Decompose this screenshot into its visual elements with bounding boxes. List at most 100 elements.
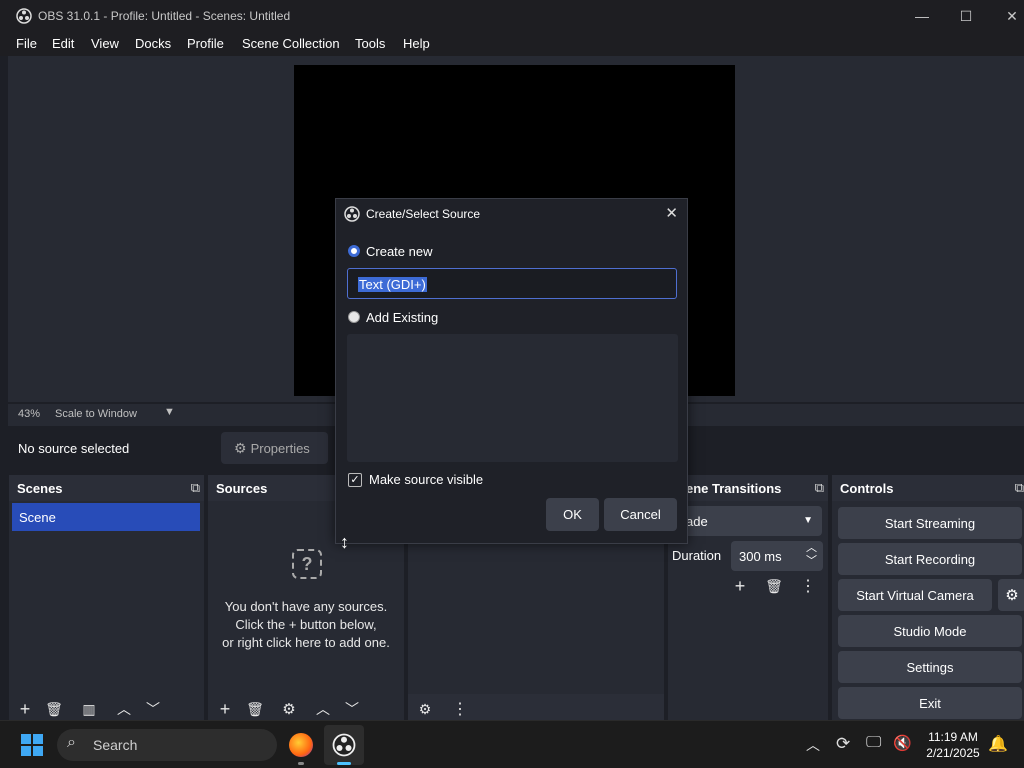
undock-icon[interactable]: ⧉ bbox=[1015, 480, 1024, 496]
add-scene-icon[interactable]: + bbox=[13, 698, 37, 720]
maximize-button[interactable]: ☐ bbox=[948, 4, 984, 28]
menu-edit[interactable]: Edit bbox=[52, 36, 74, 51]
duration-label: Duration bbox=[672, 548, 722, 563]
notification-bell-icon[interactable]: 🔔 bbox=[988, 734, 1008, 754]
properties-button[interactable]: ⚙ Properties bbox=[221, 432, 328, 464]
move-up-icon[interactable]: ︿ bbox=[311, 698, 335, 720]
move-down-icon[interactable]: ﹀ bbox=[141, 698, 165, 720]
network-icon[interactable]: 🖵 bbox=[866, 734, 881, 752]
trash-icon[interactable]: 🗑 bbox=[42, 698, 66, 720]
exit-button[interactable]: Exit bbox=[838, 687, 1022, 719]
transition-select-value: ade bbox=[686, 514, 708, 529]
empty-sources-message: You don't have any sources. Click the + … bbox=[208, 598, 404, 652]
studio-mode-button[interactable]: Studio Mode bbox=[838, 615, 1022, 647]
spin-arrows-icon[interactable]: ︿ ﹀ bbox=[806, 542, 817, 568]
sync-icon[interactable]: ⟳ bbox=[836, 734, 850, 754]
start-recording-button[interactable]: Start Recording bbox=[838, 543, 1022, 575]
move-down-icon[interactable]: ﹀ bbox=[340, 698, 364, 720]
chevron-down-icon[interactable]: ▼ bbox=[164, 406, 175, 418]
add-source-icon[interactable]: + bbox=[213, 698, 237, 720]
menu-profile[interactable]: Profile bbox=[187, 36, 224, 51]
menu-bar: File Edit View Docks Profile Scene Colle… bbox=[0, 32, 1024, 56]
properties-label: Properties bbox=[250, 440, 310, 456]
clock-time: 11:19 AM bbox=[928, 730, 978, 744]
settings-button[interactable]: Settings bbox=[838, 651, 1022, 683]
dialog-title: Create/Select Source bbox=[366, 207, 481, 221]
no-source-label: No source selected bbox=[18, 441, 130, 456]
chevron-down-icon: ▼ bbox=[803, 515, 813, 526]
create-new-radio[interactable] bbox=[348, 245, 360, 257]
menu-docks[interactable]: Docks bbox=[135, 36, 171, 51]
create-new-label[interactable]: Create new bbox=[366, 244, 432, 259]
add-transition-icon[interactable]: + bbox=[728, 575, 752, 597]
running-indicator bbox=[298, 762, 304, 765]
active-indicator bbox=[337, 762, 351, 765]
resize-cursor-icon: ↕ bbox=[340, 532, 349, 552]
menu-file[interactable]: File bbox=[16, 36, 37, 51]
volume-muted-icon[interactable]: 🔇 bbox=[893, 734, 912, 752]
ok-button[interactable]: OK bbox=[546, 498, 599, 531]
undock-icon[interactable]: ⧉ bbox=[191, 480, 200, 496]
create-select-source-dialog: Create/Select Source ✕ Create new Text (… bbox=[335, 198, 688, 544]
clock[interactable]: 11:19 AM 2/21/2025 bbox=[920, 729, 986, 761]
windows-start-icon[interactable] bbox=[21, 734, 43, 759]
scene-item[interactable]: Scene bbox=[12, 503, 200, 531]
transition-select[interactable]: ade ▼ bbox=[672, 506, 822, 536]
search-icon: ⌕ bbox=[67, 734, 76, 751]
make-visible-checkbox[interactable]: ✓ bbox=[348, 473, 362, 487]
source-name-input[interactable]: Text (GDI+) bbox=[347, 268, 677, 299]
obs-taskbar-button[interactable] bbox=[324, 725, 364, 765]
more-icon[interactable]: ⋮ bbox=[796, 575, 820, 597]
gears-icon[interactable]: ⚙ bbox=[413, 698, 437, 720]
obs-logo-icon bbox=[16, 8, 32, 27]
gear-icon[interactable]: ⚙ bbox=[277, 698, 301, 720]
add-existing-radio[interactable] bbox=[348, 311, 360, 323]
close-button[interactable]: ✕ bbox=[994, 4, 1024, 28]
tray-chevron-up-icon[interactable]: ︿ bbox=[806, 735, 820, 755]
start-streaming-button[interactable]: Start Streaming bbox=[838, 507, 1022, 539]
mixer-toolbar bbox=[408, 694, 664, 720]
gear-icon: ⚙ bbox=[234, 439, 247, 456]
existing-sources-list[interactable] bbox=[347, 334, 678, 462]
controls-dock: Controls ⧉ Start Streaming Start Recordi… bbox=[832, 475, 1024, 720]
search-label: Search bbox=[93, 737, 138, 753]
minimize-button[interactable]: — bbox=[904, 4, 940, 28]
taskbar-search[interactable]: ⌕ Search bbox=[57, 729, 277, 761]
virtual-camera-settings-icon[interactable]: ⚙ bbox=[998, 579, 1024, 611]
transitions-header: ene Transitions bbox=[668, 475, 828, 501]
trash-icon[interactable]: 🗑 bbox=[762, 575, 786, 597]
trash-icon[interactable]: 🗑 bbox=[243, 698, 267, 720]
title-bar: OBS 31.0.1 - Profile: Untitled - Scenes:… bbox=[0, 0, 1024, 32]
filter-icon[interactable]: ▥ bbox=[77, 698, 101, 720]
scenes-dock: Scenes ⧉ Scene + 🗑 ▥ ︿ ﹀ bbox=[9, 475, 204, 720]
question-icon: ? bbox=[292, 549, 322, 579]
scale-mode-select[interactable]: Scale to Window bbox=[55, 408, 137, 420]
cancel-button[interactable]: Cancel bbox=[604, 498, 677, 531]
scene-transitions-dock: ene Transitions ⧉ ade ▼ Duration 300 ms … bbox=[668, 475, 828, 720]
menu-tools[interactable]: Tools bbox=[355, 36, 385, 51]
clock-date: 2/21/2025 bbox=[926, 746, 980, 760]
more-icon[interactable]: ⋮ bbox=[448, 698, 472, 720]
controls-header: Controls bbox=[832, 475, 1024, 501]
menu-help[interactable]: Help bbox=[403, 36, 430, 51]
window-title: OBS 31.0.1 - Profile: Untitled - Scenes:… bbox=[38, 9, 291, 23]
empty-line-2: Click the + button below, bbox=[235, 617, 377, 632]
menu-view[interactable]: View bbox=[91, 36, 119, 51]
add-existing-label[interactable]: Add Existing bbox=[366, 310, 438, 325]
scenes-header: Scenes bbox=[9, 475, 204, 501]
start-virtual-camera-button[interactable]: Start Virtual Camera bbox=[838, 579, 992, 611]
duration-value: 300 ms bbox=[739, 549, 782, 564]
duration-spinbox[interactable]: 300 ms ︿ ﹀ bbox=[731, 541, 823, 571]
source-name-value: Text (GDI+) bbox=[358, 277, 427, 292]
firefox-icon[interactable] bbox=[289, 733, 313, 757]
windows-taskbar: ⌕ Search ︿ ⟳ 🖵 🔇 11:19 AM 2/21/2025 🔔 bbox=[0, 720, 1024, 768]
undock-icon[interactable]: ⧉ bbox=[815, 480, 824, 496]
menu-scene-collection[interactable]: Scene Collection bbox=[242, 36, 340, 51]
obs-logo-icon bbox=[344, 206, 360, 225]
empty-line-1: You don't have any sources. bbox=[224, 599, 388, 614]
zoom-level: 43% bbox=[18, 408, 41, 420]
empty-line-3: or right click here to add one. bbox=[222, 635, 390, 650]
close-icon[interactable]: ✕ bbox=[665, 204, 678, 222]
make-visible-label[interactable]: Make source visible bbox=[369, 472, 483, 487]
move-up-icon[interactable]: ︿ bbox=[112, 698, 136, 720]
